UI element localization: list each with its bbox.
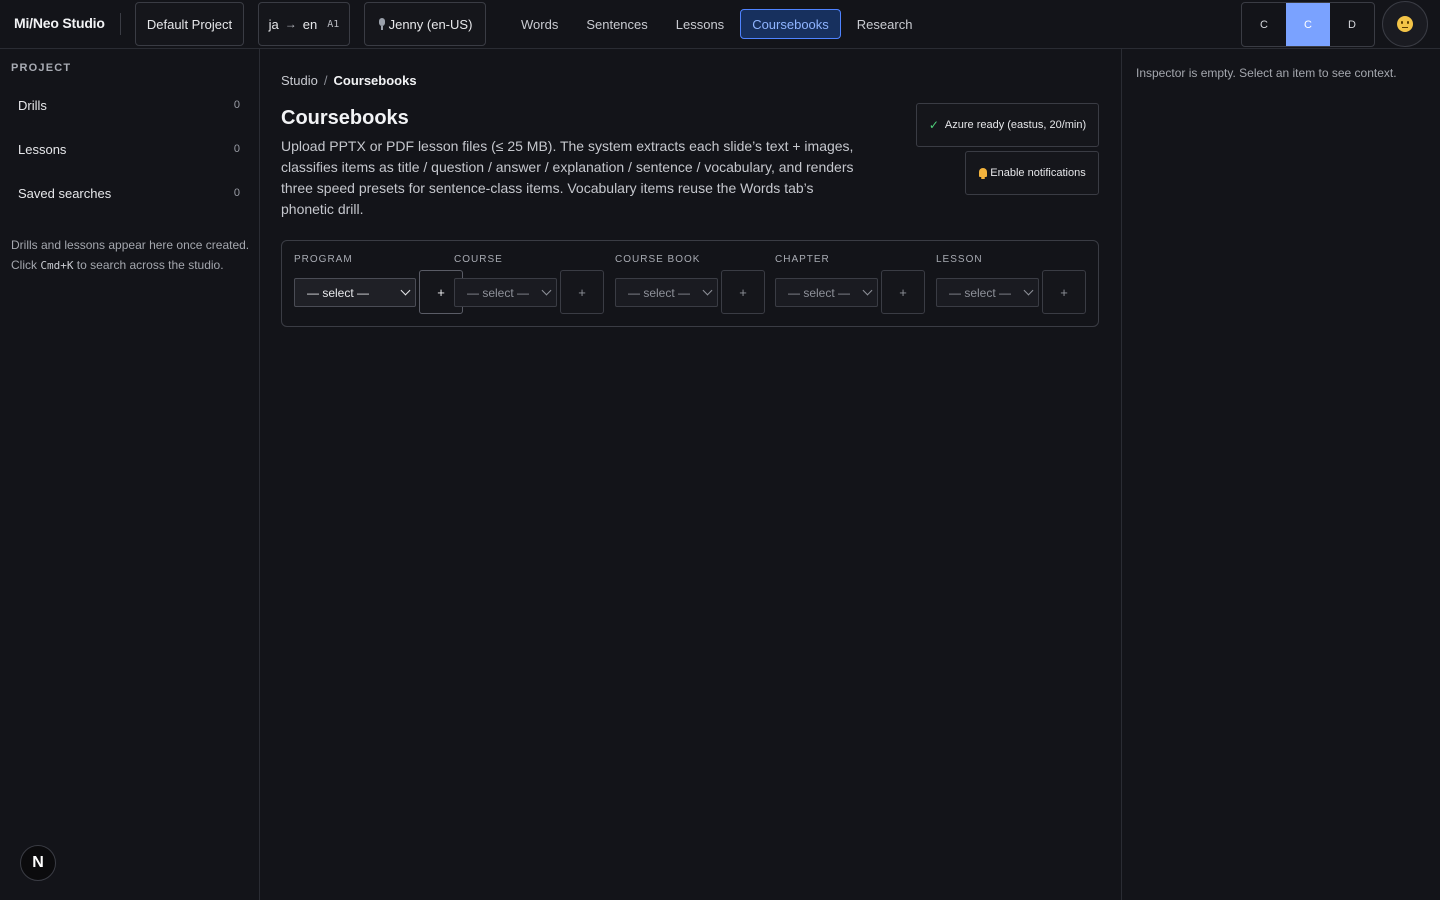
- program-picker: PROGRAM — select — +: [294, 241, 463, 328]
- nav-tab-lessons[interactable]: Lessons: [664, 9, 736, 39]
- smiley-face-icon: [1397, 16, 1413, 32]
- chevron-down-icon: [1023, 285, 1034, 296]
- next-devtools-badge[interactable]: N: [20, 845, 56, 881]
- add-chapter-button[interactable]: +: [881, 270, 925, 314]
- app-brand[interactable]: Mi/Neo Studio: [14, 15, 105, 31]
- sidebar-item-count: 0: [233, 143, 240, 155]
- check-icon: ✓: [928, 118, 939, 132]
- course-select[interactable]: — select —: [454, 278, 557, 307]
- chevron-down-icon: [702, 285, 713, 296]
- lesson-select[interactable]: — select —: [936, 278, 1039, 307]
- program-select[interactable]: — select —: [294, 278, 416, 307]
- course-picker: COURSE — select — +: [454, 241, 612, 328]
- sidebar-item-count: 0: [233, 99, 240, 111]
- segment-option[interactable]: D: [1330, 3, 1374, 46]
- sidebar-empty-note: Drills and lessons appear here once crea…: [11, 235, 251, 276]
- course-book-picker: COURSE BOOK — select — +: [615, 241, 773, 328]
- page-description: Upload PPTX or PDF lesson files (≤ 25 MB…: [281, 138, 854, 217]
- user-avatar-button[interactable]: [1382, 1, 1428, 47]
- course-select-value: — select —: [467, 285, 530, 300]
- note-text: to search across the studio.: [73, 258, 224, 272]
- arrow-right-icon: →: [284, 17, 297, 31]
- project-selector-label: Default Project: [146, 16, 233, 32]
- voice-selector-label: Jenny (en-US): [388, 16, 473, 32]
- lesson-picker: LESSON — select — +: [936, 241, 1094, 328]
- add-course-button[interactable]: +: [560, 270, 604, 314]
- sidebar-item-lessons[interactable]: Lessons 0: [8, 131, 250, 167]
- voice-selector[interactable]: Jenny (en-US): [364, 2, 486, 46]
- nav-tab-words[interactable]: Words: [509, 9, 570, 39]
- nav-tab-research[interactable]: Research: [845, 9, 925, 39]
- chapter-select[interactable]: — select —: [775, 278, 878, 307]
- course-book-select-value: — select —: [628, 285, 691, 300]
- enable-notifications-label: Enable notifications: [990, 167, 1086, 179]
- page-title: Coursebooks: [281, 107, 409, 129]
- sidebar-item-label: Saved searches: [18, 185, 112, 201]
- sidebar-item-drills[interactable]: Drills 0: [8, 87, 250, 123]
- breadcrumb-current: Coursebooks: [333, 73, 417, 88]
- brand-divider: [120, 13, 121, 35]
- segment-option-active[interactable]: C: [1286, 3, 1330, 46]
- lesson-label: LESSON: [936, 254, 983, 265]
- language-pair-selector[interactable]: ja → en A1: [258, 2, 350, 46]
- program-select-value: — select —: [307, 285, 370, 300]
- azure-status-text: Azure ready (eastus, 20/min): [944, 119, 1087, 131]
- project-selector[interactable]: Default Project: [135, 2, 244, 46]
- nav-tab-coursebooks[interactable]: Coursebooks: [740, 9, 841, 39]
- breadcrumb: Studio / Coursebooks: [281, 73, 417, 88]
- source-language: ja: [268, 16, 279, 32]
- main-content: Studio / Coursebooks Coursebooks Upload …: [260, 49, 1121, 900]
- course-book-label: COURSE BOOK: [615, 254, 701, 265]
- course-book-select[interactable]: — select —: [615, 278, 718, 307]
- chevron-down-icon: [862, 285, 873, 296]
- sidebar-item-label: Drills: [18, 97, 47, 113]
- bell-icon: [978, 167, 988, 179]
- course-label: COURSE: [454, 254, 503, 265]
- breadcrumb-root[interactable]: Studio: [281, 73, 318, 88]
- top-bar: Mi/Neo Studio Default Project ja → en A1…: [0, 0, 1440, 49]
- segment-option[interactable]: C: [1242, 3, 1286, 46]
- sidebar-item-saved-searches[interactable]: Saved searches 0: [8, 175, 250, 211]
- keyboard-shortcut: Cmd+K: [40, 259, 74, 272]
- azure-status-badge: ✓ Azure ready (eastus, 20/min): [916, 103, 1099, 147]
- lesson-select-value: — select —: [949, 285, 1012, 300]
- add-course-book-button[interactable]: +: [721, 270, 765, 314]
- target-language: en: [302, 16, 318, 32]
- microphone-icon: [378, 18, 386, 30]
- chevron-down-icon: [541, 285, 552, 296]
- enable-notifications-button[interactable]: Enable notifications: [965, 151, 1099, 195]
- add-lesson-button[interactable]: +: [1042, 270, 1086, 314]
- sidebar-section-title: PROJECT: [11, 62, 72, 74]
- sidebar-item-count: 0: [233, 187, 240, 199]
- inspector-panel: Inspector is empty. Select an item to se…: [1121, 49, 1440, 900]
- hierarchy-picker-panel: PROGRAM — select — + COURSE — select — +…: [281, 240, 1099, 327]
- level-badge: A1: [327, 18, 340, 30]
- program-label: PROGRAM: [294, 254, 353, 265]
- chevron-down-icon: [400, 285, 411, 296]
- inspector-empty-text: Inspector is empty. Select an item to se…: [1136, 66, 1397, 80]
- breadcrumb-separator: /: [323, 73, 328, 88]
- chapter-label: CHAPTER: [775, 254, 830, 265]
- nav-tab-sentences[interactable]: Sentences: [574, 9, 659, 39]
- sidebar: PROJECT Drills 0 Lessons 0 Saved searche…: [0, 49, 260, 900]
- chapter-picker: CHAPTER — select — +: [775, 241, 933, 328]
- mode-segmented-control: C C D: [1241, 2, 1375, 47]
- main-nav: Words Sentences Lessons Coursebooks Rese…: [509, 9, 928, 39]
- chapter-select-value: — select —: [788, 285, 851, 300]
- sidebar-item-label: Lessons: [18, 141, 67, 157]
